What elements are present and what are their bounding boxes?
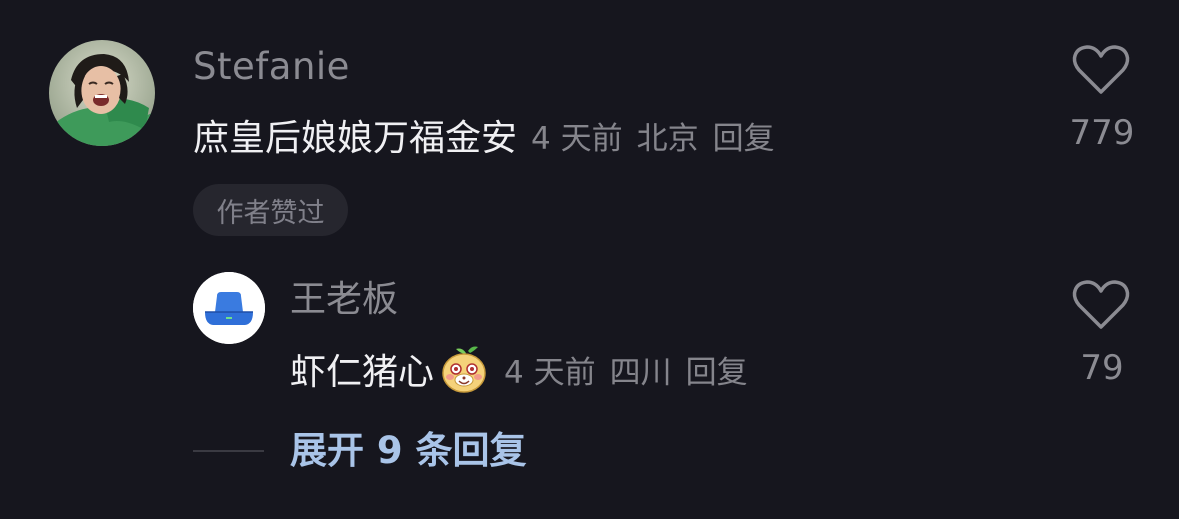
reply-location: 四川 [609, 354, 672, 391]
user-avatar[interactable] [49, 40, 155, 146]
comment-time: 4 天前 [531, 120, 623, 157]
user-photo-avatar-icon [49, 40, 155, 146]
comment-thread: Stefanie 庶皇后娘娘万福金安 4 天前 北京 回复 779 作者赞过 王… [0, 0, 1179, 519]
like-count: 779 [1069, 113, 1135, 153]
expand-replies-button[interactable]: 展开 9 条回复 [290, 426, 527, 476]
reply-time: 4 天前 [504, 354, 596, 391]
heart-outline-icon [1072, 45, 1130, 94]
like-button[interactable] [1072, 44, 1130, 96]
reply-body: 虾仁猪心 4 天前 四川 回复 [290, 343, 748, 395]
comment-username[interactable]: Stefanie [193, 44, 350, 90]
blue-bucket-hat-avatar-icon [193, 272, 265, 344]
comment-text: 庶皇后娘娘万福金安 [193, 118, 518, 159]
reply-button[interactable]: 回复 [713, 113, 775, 158]
reply-text: 虾仁猪心 [290, 352, 435, 393]
reply-like-button[interactable] [1072, 279, 1130, 331]
reply-like-count: 79 [1080, 348, 1124, 388]
heart-outline-icon [1072, 280, 1130, 329]
reply-username[interactable]: 王老板 [290, 277, 398, 323]
reply-reply-button[interactable]: 回复 [686, 347, 748, 392]
expand-divider [193, 450, 264, 452]
comment-body: 庶皇后娘娘万福金安 4 天前 北京 回复 [193, 110, 775, 160]
author-liked-badge: 作者赞过 [193, 184, 348, 236]
cute-pig-emoji-icon [438, 343, 490, 395]
comment-location: 北京 [636, 120, 699, 157]
reply-user-avatar[interactable] [193, 272, 265, 344]
